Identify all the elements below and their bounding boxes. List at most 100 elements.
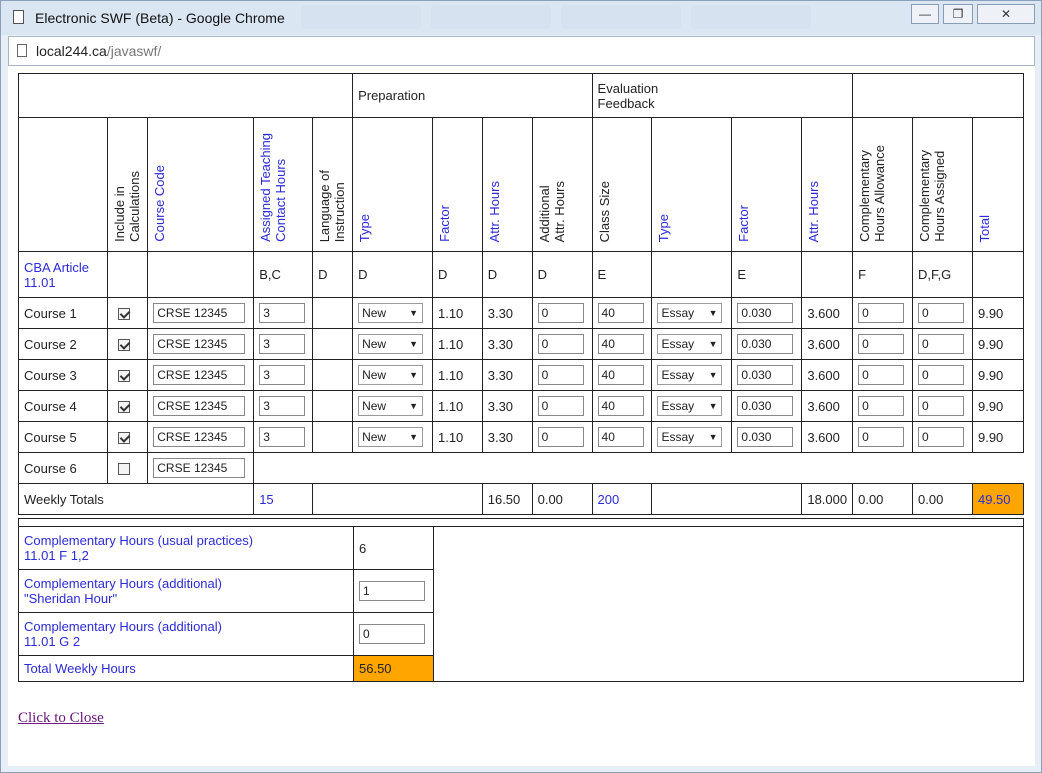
additional-hours-input[interactable]: 0 <box>537 396 584 416</box>
col-eval-factor[interactable]: Factor <box>731 117 803 252</box>
class-size-input[interactable]: 40 <box>597 303 644 323</box>
prep-factor: 1.10 <box>431 297 483 329</box>
course-code-input[interactable]: CRSE 12345 <box>153 334 246 354</box>
assigned-hours-input[interactable]: 3 <box>259 427 306 447</box>
class-size-input[interactable]: 40 <box>597 396 644 416</box>
comp-assigned-input[interactable]: 0 <box>918 365 965 385</box>
prep-type-select[interactable]: New <box>358 365 424 385</box>
course-code-input[interactable]: CRSE 12345 <box>153 427 246 447</box>
comp-allowance-input[interactable]: 0 <box>858 303 905 323</box>
background-tab <box>301 5 421 29</box>
g2-hours-input[interactable]: 0 <box>359 624 425 644</box>
close-link[interactable]: Click to Close <box>18 710 104 727</box>
eval-factor-input[interactable]: 0.030 <box>737 396 794 416</box>
url-text: local244.ca/javaswf/ <box>36 43 162 59</box>
col-prep-factor[interactable]: Factor <box>431 117 483 252</box>
prep-factor: 1.10 <box>431 328 483 360</box>
prep-factor: 1.10 <box>431 359 483 391</box>
background-tab <box>691 5 811 29</box>
course-label: Course 2 <box>17 328 109 360</box>
total-assigned-hours[interactable]: 15 <box>253 483 314 515</box>
eval-factor-input[interactable]: 0.030 <box>737 365 794 385</box>
assigned-hours-input[interactable]: 3 <box>259 396 306 416</box>
additional-hours-input[interactable]: 0 <box>537 427 584 447</box>
col-course-code[interactable]: Course Code <box>147 117 255 252</box>
course-label: Course 5 <box>17 421 109 453</box>
course-code-input[interactable]: CRSE 12345 <box>153 303 246 323</box>
minimize-icon[interactable]: — <box>911 4 939 24</box>
page-icon <box>17 44 27 57</box>
cba-ref: B,C <box>253 251 314 298</box>
total-weekly-hours-label[interactable]: Total Weekly Hours <box>18 655 354 682</box>
comp-allowance-input[interactable]: 0 <box>858 396 905 416</box>
cba-article-link[interactable]: CBA Article 11.01 <box>17 251 109 298</box>
course-label: Course 3 <box>17 359 109 391</box>
comp-usual-label[interactable]: Complementary Hours (usual practices) 11… <box>18 526 354 570</box>
total-comp-assigned: 0.00 <box>912 483 973 515</box>
class-size-input[interactable]: 40 <box>597 427 644 447</box>
col-eval-type[interactable]: Type <box>651 117 733 252</box>
additional-hours-input[interactable]: 0 <box>537 334 584 354</box>
col-total[interactable]: Total <box>971 117 1025 252</box>
prep-type-select[interactable]: New <box>358 396 424 416</box>
include-checkbox[interactable] <box>107 452 149 484</box>
class-size-input[interactable]: 40 <box>597 365 644 385</box>
additional-hours-input[interactable]: 0 <box>537 303 584 323</box>
prep-type-select[interactable]: New <box>358 303 424 323</box>
eval-factor-input[interactable]: 0.030 <box>737 334 794 354</box>
comp-assigned-input[interactable]: 0 <box>918 303 965 323</box>
assigned-hours-input[interactable]: 3 <box>259 334 306 354</box>
comp-allowance-input[interactable]: 0 <box>858 365 905 385</box>
course-code-input[interactable]: CRSE 12345 <box>153 365 246 385</box>
include-checkbox[interactable] <box>107 297 149 329</box>
comp-g2-label[interactable]: Complementary Hours (additional) 11.01 G… <box>18 612 354 656</box>
assigned-hours-input[interactable]: 3 <box>259 303 306 323</box>
col-prep-attr-hours[interactable]: Attr. Hours <box>481 117 533 252</box>
col-eval-attr-hours[interactable]: Attr. Hours <box>801 117 854 252</box>
eval-type-select[interactable]: Essay <box>657 396 723 416</box>
cba-ref: D <box>312 251 354 298</box>
additional-hours-input[interactable]: 0 <box>537 365 584 385</box>
evaluation-header: Evaluation Feedback <box>591 73 854 118</box>
eval-factor-input[interactable]: 0.030 <box>737 303 794 323</box>
comp-allowance-input[interactable]: 0 <box>858 334 905 354</box>
include-checkbox[interactable] <box>107 328 149 360</box>
include-checkbox[interactable] <box>107 421 149 453</box>
comp-allowance-input[interactable]: 0 <box>858 427 905 447</box>
course-label: Course 6 <box>17 452 109 484</box>
col-prep-type[interactable]: Type <box>352 117 433 252</box>
sheridan-hour-input[interactable]: 1 <box>359 581 425 601</box>
include-checkbox[interactable] <box>107 390 149 422</box>
course-row: Course 1 CRSE 12345 3 New 1.10 3.30 0 40… <box>17 297 1025 329</box>
course-code-input[interactable]: CRSE 12345 <box>153 396 246 416</box>
prep-type-select[interactable]: New <box>358 427 424 447</box>
eval-type-select[interactable]: Essay <box>657 365 723 385</box>
eval-type-select[interactable]: Essay <box>657 303 723 323</box>
row-total: 9.90 <box>971 390 1025 422</box>
address-bar[interactable]: local244.ca/javaswf/ <box>8 36 1035 66</box>
eval-type-select[interactable]: Essay <box>657 427 723 447</box>
eval-attr-hours: 3.600 <box>801 359 854 391</box>
course-code-input[interactable]: CRSE 12345 <box>153 458 246 478</box>
summary-table: Complementary Hours (usual practices) 11… <box>18 518 1024 682</box>
comp-sheridan-label[interactable]: Complementary Hours (additional) "Sherid… <box>18 569 354 613</box>
row-total: 9.90 <box>971 297 1025 329</box>
class-size-input[interactable]: 40 <box>597 334 644 354</box>
eval-factor-input[interactable]: 0.030 <box>737 427 794 447</box>
include-checkbox[interactable] <box>107 359 149 391</box>
total-prep-attr: 16.50 <box>481 483 533 515</box>
assigned-hours-input[interactable]: 3 <box>259 365 306 385</box>
close-icon[interactable]: ✕ <box>977 4 1035 24</box>
comp-assigned-input[interactable]: 0 <box>918 334 965 354</box>
col-assigned-hours[interactable]: Assigned Teaching Contact Hours <box>253 117 314 252</box>
eval-type-select[interactable]: Essay <box>657 334 723 354</box>
prep-attr-hours: 3.30 <box>481 359 533 391</box>
comp-assigned-input[interactable]: 0 <box>918 396 965 416</box>
page-content: Preparation Evaluation Feedback Include … <box>8 66 1035 766</box>
comp-assigned-input[interactable]: 0 <box>918 427 965 447</box>
maximize-icon[interactable]: ❐ <box>943 4 973 24</box>
grand-total[interactable]: 49.50 <box>971 483 1025 515</box>
prep-type-select[interactable]: New <box>358 334 424 354</box>
row-total: 9.90 <box>971 359 1025 391</box>
total-class-size[interactable]: 200 <box>591 483 653 515</box>
